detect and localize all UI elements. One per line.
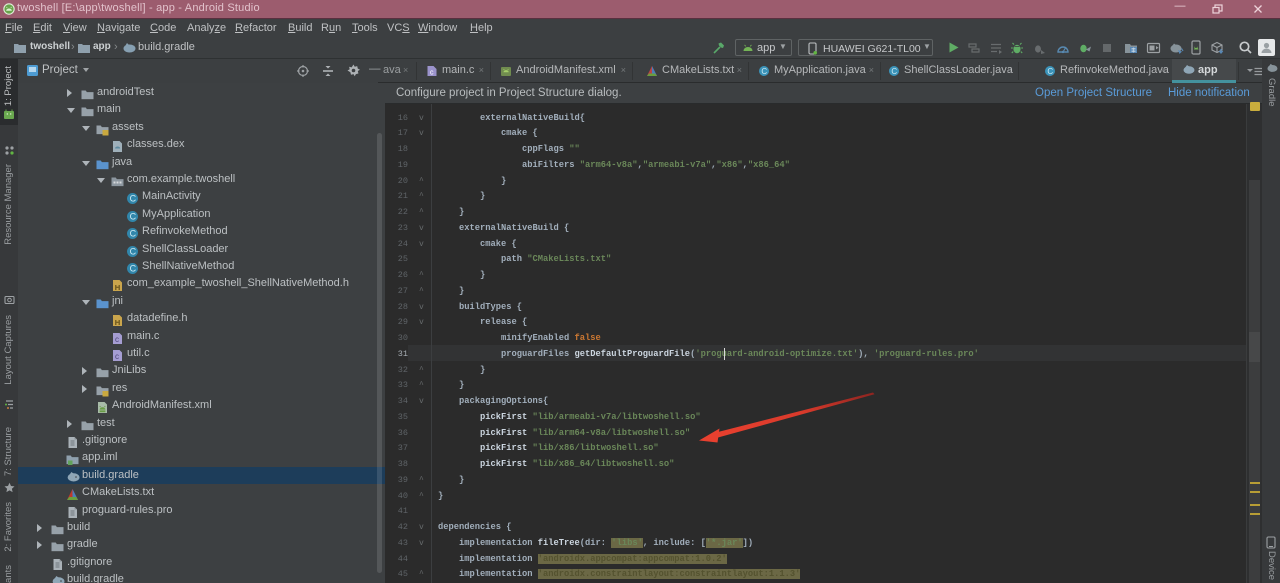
svg-text:c: c bbox=[430, 70, 434, 77]
svg-text:C: C bbox=[130, 264, 137, 274]
svg-text:C: C bbox=[130, 246, 137, 256]
svg-text:C: C bbox=[1047, 67, 1053, 76]
svg-text:C: C bbox=[891, 67, 897, 76]
svg-text:C: C bbox=[761, 67, 767, 76]
svg-text:c: c bbox=[115, 335, 119, 344]
svg-text:C: C bbox=[130, 211, 137, 221]
svg-text:C: C bbox=[130, 194, 137, 204]
svg-text:C: C bbox=[130, 229, 137, 239]
svg-text:c: c bbox=[115, 352, 119, 361]
